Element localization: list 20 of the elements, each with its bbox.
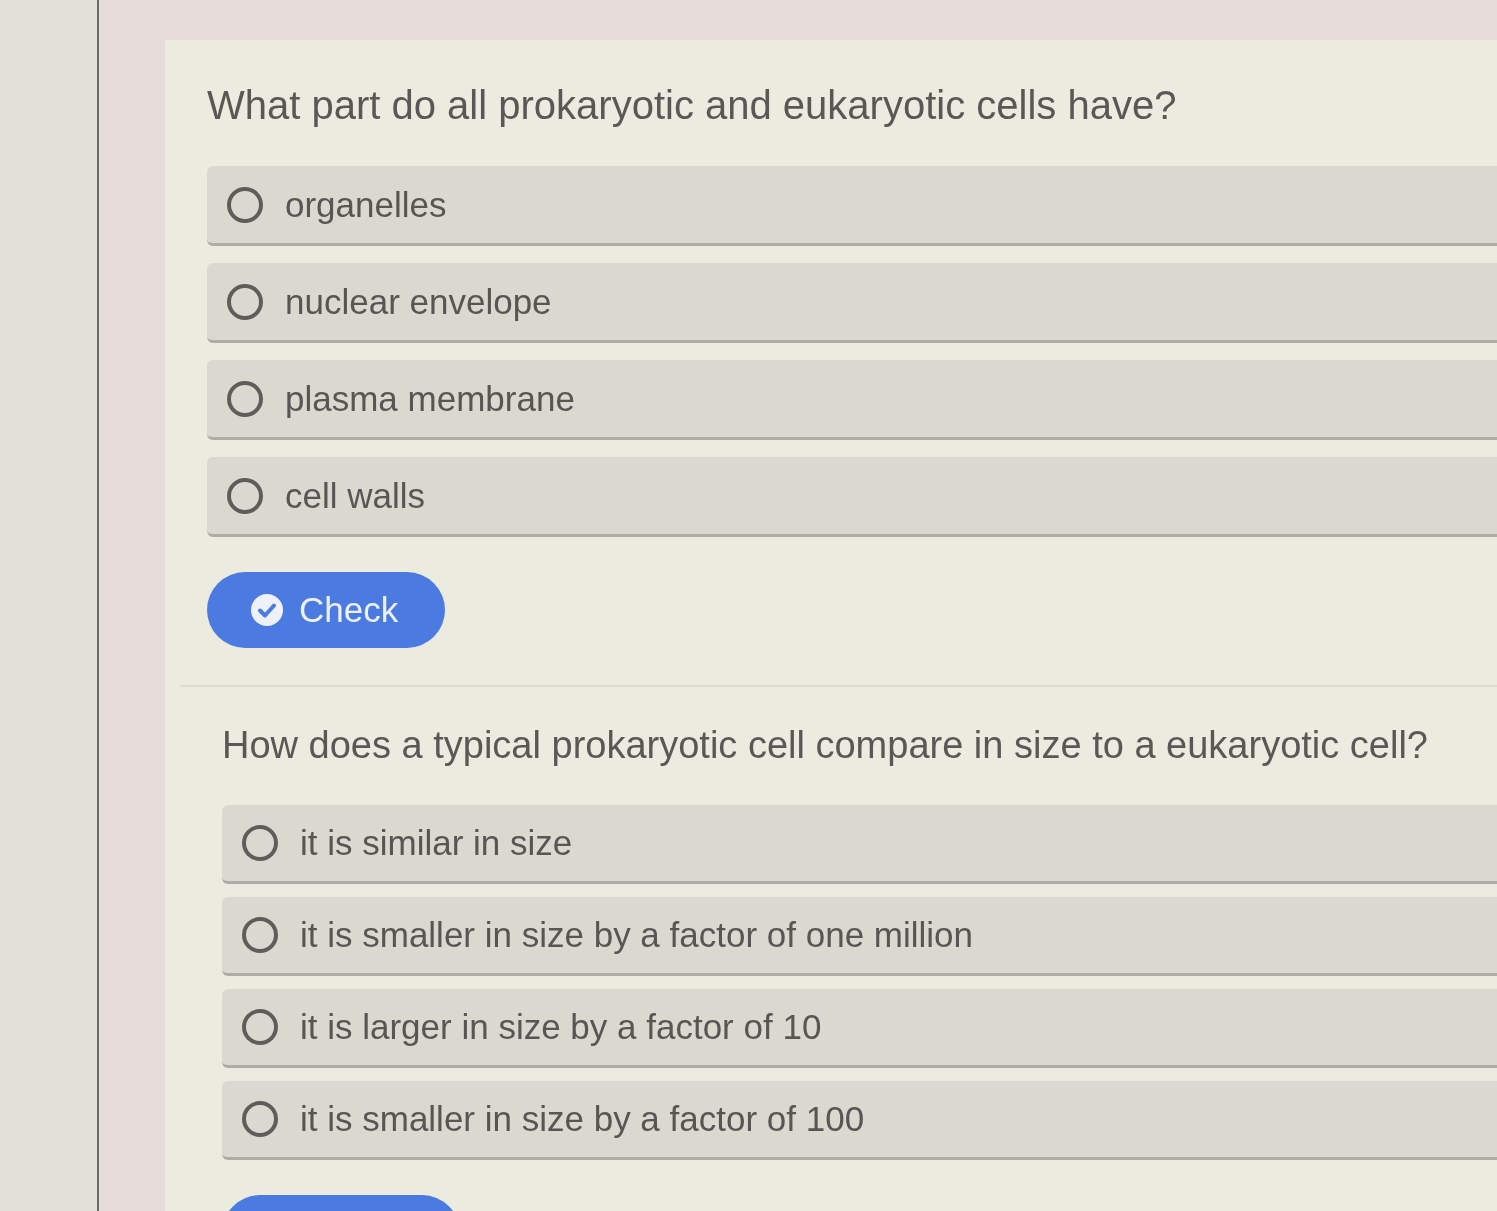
answer-option[interactable]: it is similar in size: [222, 805, 1497, 884]
answer-option[interactable]: it is smaller in size by a factor of 100: [222, 1081, 1497, 1160]
answer-option[interactable]: cell walls: [207, 457, 1497, 537]
question-text: How does a typical prokaryotic cell compare in size to a eukaryotic cell?: [222, 723, 1429, 768]
radio-button[interactable]: [242, 1101, 278, 1137]
answer-option[interactable]: it is smaller in size by a factor of one million: [222, 897, 1497, 976]
radio-button[interactable]: [227, 380, 263, 417]
radio-button[interactable]: [227, 283, 263, 320]
check-circle-icon: [251, 594, 283, 626]
answer-option[interactable]: it is larger in size by a factor of 10: [222, 989, 1497, 1068]
answer-option[interactable]: plasma membrane: [207, 360, 1497, 440]
radio-button[interactable]: [242, 825, 278, 861]
radio-button[interactable]: [227, 477, 263, 514]
question-text: What part do all prokaryotic and eukaryotic cells have?: [207, 82, 1178, 129]
check-button[interactable]: Check: [207, 572, 445, 648]
radio-button[interactable]: [227, 186, 263, 223]
answer-option[interactable]: organelles: [207, 166, 1497, 246]
radio-button[interactable]: [242, 917, 278, 953]
radio-button[interactable]: [242, 1009, 278, 1045]
answer-option[interactable]: nuclear envelope: [207, 263, 1497, 343]
